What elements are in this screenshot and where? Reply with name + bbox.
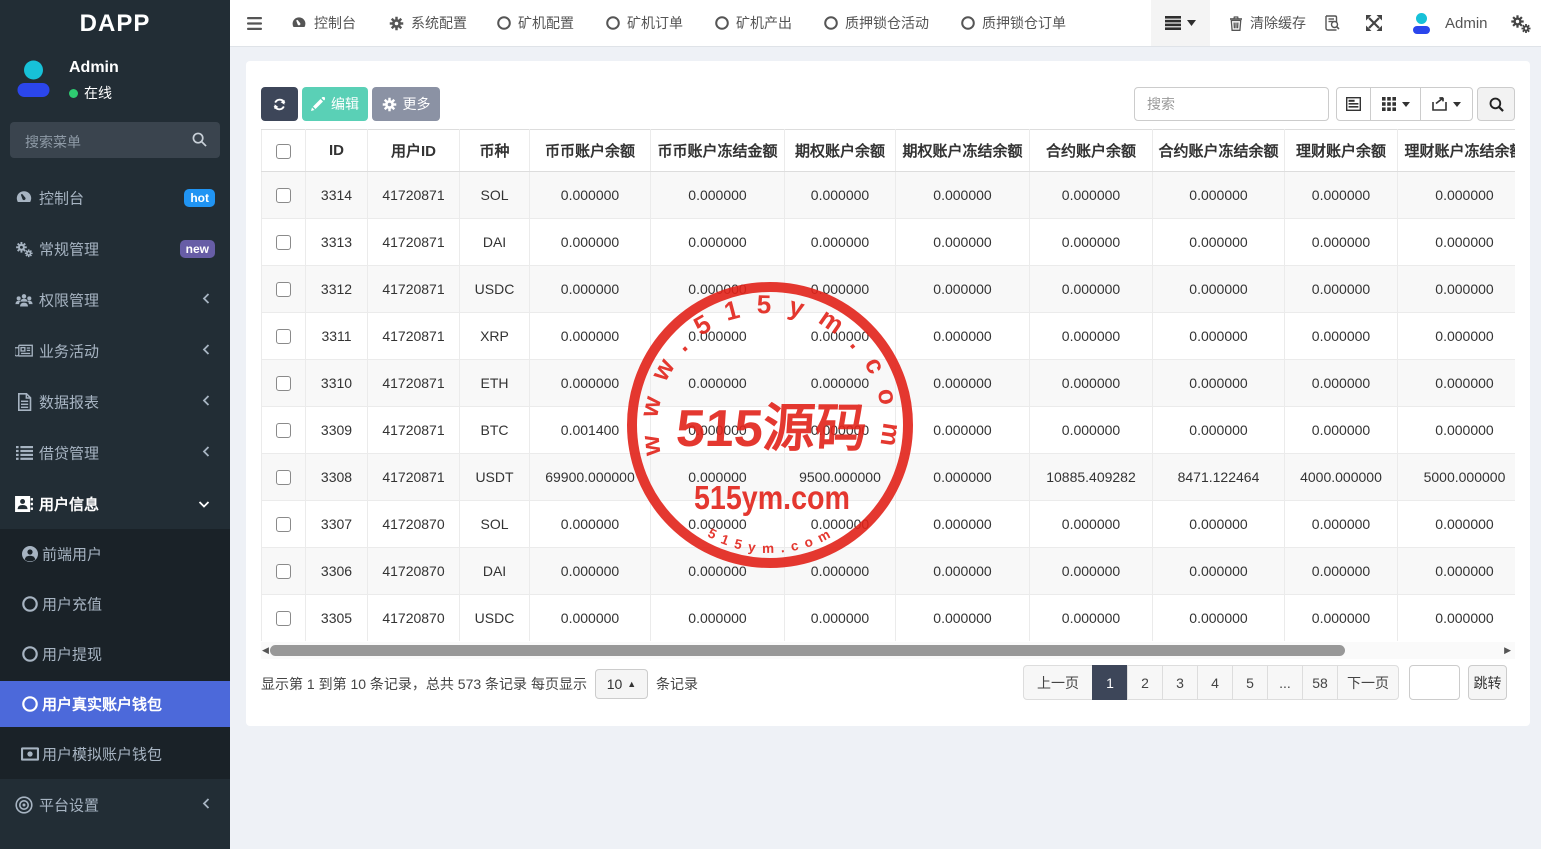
- svg-text:515源码: 515源码: [674, 400, 869, 458]
- svg-text:515ym.com: 515ym.com: [694, 479, 850, 516]
